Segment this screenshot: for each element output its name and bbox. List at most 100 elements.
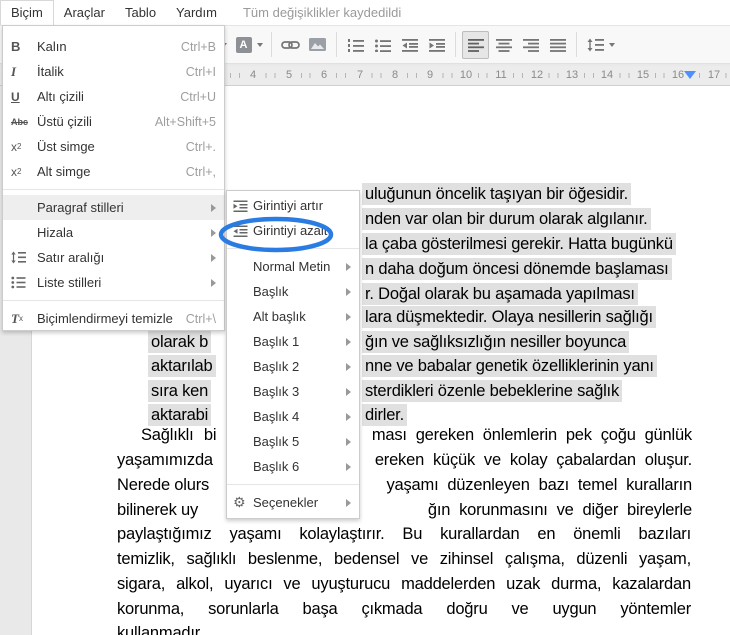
submenu-item-girintiyi-artir[interactable]: Girintiyi artır xyxy=(227,193,359,218)
numbered-list-button[interactable] xyxy=(343,32,368,58)
subscript-icon: x2 xyxy=(11,164,22,179)
align-center-button[interactable] xyxy=(491,32,516,58)
doc-text-line: temizlik, sağlıklı beslenme, bedensel ve… xyxy=(117,550,691,568)
menu-item-kalin[interactable]: B Kalın Ctrl+B xyxy=(3,34,224,59)
doc-text-line: nne ve babalar genetik özelliklerinin ya… xyxy=(362,355,657,377)
highlight-dropdown-icon[interactable] xyxy=(257,42,263,47)
menubar-item-tablo[interactable]: Tablo xyxy=(115,1,166,24)
doc-text-line: sıra ken xyxy=(148,380,212,402)
format-menu: B Kalın Ctrl+B I İtalik Ctrl+I U Altı çi… xyxy=(2,25,225,331)
decrease-indent-button[interactable] xyxy=(397,32,422,58)
increase-indent-button[interactable] xyxy=(424,32,449,58)
submenu-item-baslik-1[interactable]: Başlık 1 xyxy=(227,329,359,354)
submenu-arrow-icon xyxy=(346,498,351,507)
menu-item-paragraf-stilleri[interactable]: Paragraf stilleri xyxy=(3,195,224,220)
doc-text-line: Sağlıklı bi xyxy=(141,426,217,444)
submenu-arrow-icon xyxy=(346,387,351,396)
bulleted-list-icon xyxy=(374,39,391,52)
menu-item-liste-stilleri[interactable]: Liste stilleri xyxy=(3,270,224,295)
submenu-arrow-icon xyxy=(346,287,351,296)
menubar-item-araclar[interactable]: Araçlar xyxy=(54,1,115,24)
align-right-button[interactable] xyxy=(518,32,543,58)
justify-button[interactable] xyxy=(545,32,570,58)
doc-text-line: aktarılab xyxy=(148,355,216,377)
menubar-item-yardim[interactable]: Yardım xyxy=(166,1,227,24)
submenu-item-alt-baslik[interactable]: Alt başlık xyxy=(227,304,359,329)
submenu-arrow-icon xyxy=(346,362,351,371)
indent-decrease-icon xyxy=(233,225,253,237)
insert-image-button[interactable] xyxy=(305,32,330,58)
image-icon xyxy=(309,38,326,51)
ruler-number: 17 xyxy=(704,69,724,82)
ruler-number: 7 xyxy=(353,69,367,82)
doc-text-line: r. Doğal olarak bu aşamada yapılması xyxy=(362,283,638,305)
line-spacing-icon xyxy=(587,38,604,51)
menubar-item-bicim[interactable]: Biçim xyxy=(0,0,54,25)
list-styles-icon xyxy=(11,276,37,289)
ruler-number: 4 xyxy=(246,69,260,82)
right-indent-marker[interactable] xyxy=(684,71,696,79)
ruler-ticks xyxy=(230,73,728,78)
doc-text-line: ması gereken önlemlerin pek çoğu günlük xyxy=(371,426,692,444)
ruler-number: 15 xyxy=(633,69,653,82)
menu-item-ustu-cizili[interactable]: Abc Üstü çizili Alt+Shift+5 xyxy=(3,109,224,134)
doc-text-line: la çaba gösterilmesi gerekir. Hatta bugü… xyxy=(362,233,676,255)
doc-text-line: paylaştığımız yaşamı kolaylaştırır. Bu k… xyxy=(117,525,691,543)
ruler-number: 11 xyxy=(492,69,510,82)
toolbar-divider xyxy=(271,32,272,57)
align-left-icon xyxy=(467,38,484,52)
decrease-indent-icon xyxy=(401,38,418,52)
save-status: Tüm değişiklikler kaydedildi xyxy=(242,5,402,20)
indent-increase-icon xyxy=(233,200,253,212)
menu-item-alt-simge[interactable]: x2 Alt simge Ctrl+, xyxy=(3,159,224,184)
doc-text-line: olarak b xyxy=(148,331,212,353)
menu-item-satir-araligi[interactable]: Satır aralığı xyxy=(3,245,224,270)
ruler-number: 5 xyxy=(282,69,296,82)
doc-text-line: aktarabi xyxy=(148,404,212,426)
submenu-item-baslik-3[interactable]: Başlık 3 xyxy=(227,379,359,404)
submenu-item-normal-metin[interactable]: Normal Metin xyxy=(227,254,359,279)
submenu-item-baslik[interactable]: Başlık xyxy=(227,279,359,304)
doc-text-line: n daha doğum öncesi dönemde başlaması xyxy=(362,258,672,280)
doc-text-line: ereken küçük ve kolay çabalardan oluşur. xyxy=(374,451,692,469)
insert-link-button[interactable] xyxy=(278,32,303,58)
submenu-item-baslik-5[interactable]: Başlık 5 xyxy=(227,429,359,454)
align-left-button[interactable] xyxy=(462,30,489,59)
submenu-item-baslik-4[interactable]: Başlık 4 xyxy=(227,404,359,429)
highlight-color-button[interactable]: A xyxy=(231,32,256,58)
submenu-item-girintiyi-azalt[interactable]: Girintiyi azalt xyxy=(227,218,359,243)
doc-text-line: ğın korunmasını ve diğer bireylerle xyxy=(427,501,692,519)
doc-text-line: lara düşmektedir. Olaya nesillerin sağlı… xyxy=(362,306,656,328)
doc-text-line: sigara, alkol, uyarıcı ve uyuşturucu mad… xyxy=(117,575,691,593)
submenu-item-baslik-6[interactable]: Başlık 6 xyxy=(227,454,359,479)
menu-item-alti-cizili[interactable]: U Altı çizili Ctrl+U xyxy=(3,84,224,109)
line-spacing-dropdown-icon[interactable] xyxy=(609,42,615,47)
superscript-icon: x2 xyxy=(11,139,22,154)
ruler-number: 10 xyxy=(456,69,476,82)
align-right-icon xyxy=(522,38,539,52)
increase-indent-icon xyxy=(428,38,445,52)
submenu-item-baslik-2[interactable]: Başlık 2 xyxy=(227,354,359,379)
bulleted-list-button[interactable] xyxy=(370,32,395,58)
menu-item-italik[interactable]: I İtalik Ctrl+I xyxy=(3,59,224,84)
doc-text-line: dirler. xyxy=(362,404,407,426)
submenu-item-secenekler[interactable]: ⚙ Seçenekler xyxy=(227,490,359,515)
underline-icon: U xyxy=(11,89,20,104)
menu-item-ust-simge[interactable]: x2 Üst simge Ctrl+. xyxy=(3,134,224,159)
doc-text-line: nden var olan bir durum olarak algılanır… xyxy=(362,208,651,230)
ruler-number: 6 xyxy=(317,69,331,82)
menu-item-hizala[interactable]: Hizala xyxy=(3,220,224,245)
submenu-arrow-icon xyxy=(346,437,351,446)
italic-icon: I xyxy=(11,63,17,79)
menu-divider xyxy=(227,484,359,485)
submenu-arrow-icon xyxy=(346,312,351,321)
numbered-list-icon xyxy=(347,38,364,52)
ruler-number: 8 xyxy=(388,69,402,82)
bold-icon: B xyxy=(11,39,21,54)
doc-text-line: yaşamımızda xyxy=(117,451,213,469)
menu-item-bicimlendirmeyi-temizle[interactable]: Tx Biçimlendirmeyi temizle Ctrl+\ xyxy=(3,306,224,331)
justify-icon xyxy=(549,38,566,52)
line-spacing-button[interactable] xyxy=(583,32,608,58)
doc-text-line: Nerede olurs xyxy=(117,476,210,494)
doc-text-line: korunma, sorunlarla başa çıkmada doğru v… xyxy=(117,600,691,618)
